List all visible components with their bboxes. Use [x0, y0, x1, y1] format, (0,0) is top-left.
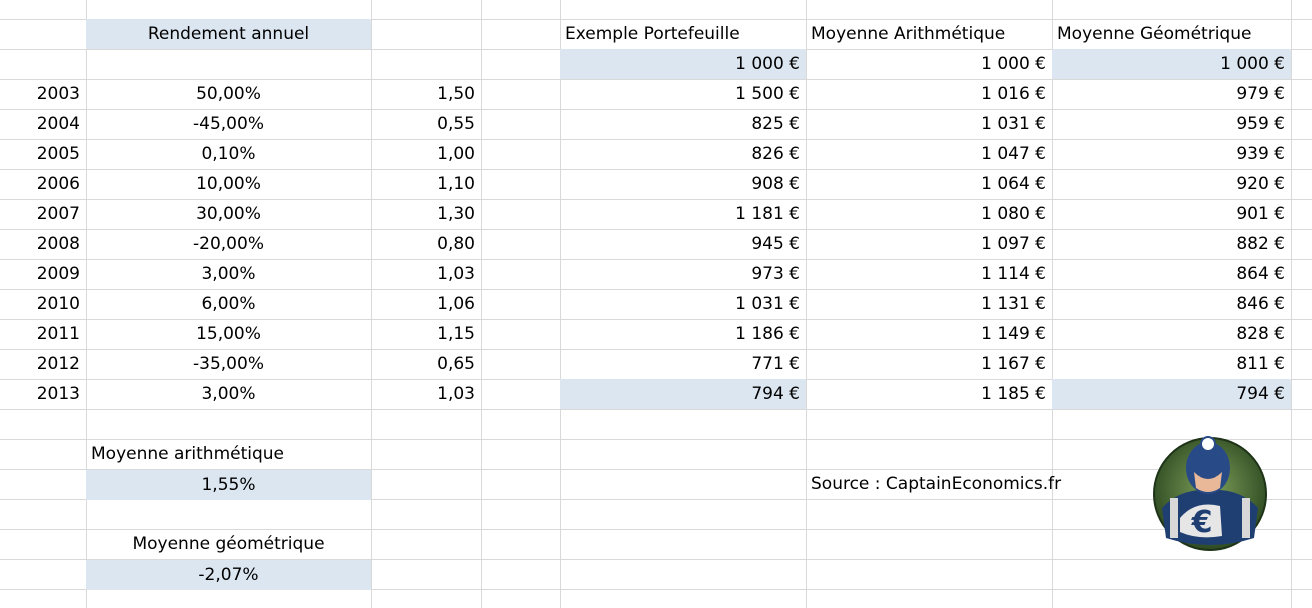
value-moyenne-geometrique[interactable]: -2,07%: [86, 560, 371, 590]
cell-factor[interactable]: 1,10: [371, 169, 481, 199]
cell-rendement[interactable]: 15,00%: [86, 319, 371, 349]
cell-factor[interactable]: 1,00: [371, 139, 481, 169]
cell-rendement[interactable]: 30,00%: [86, 199, 371, 229]
cell-geometrique[interactable]: 864 €: [1052, 259, 1291, 289]
cell-year[interactable]: 2012: [0, 349, 86, 379]
cell-geometrique[interactable]: 882 €: [1052, 229, 1291, 259]
cell-year[interactable]: 2007: [0, 199, 86, 229]
cell-geometrique[interactable]: 846 €: [1052, 289, 1291, 319]
cell-arithmetique[interactable]: 1 097 €: [806, 229, 1052, 259]
header-exemple-portefeuille[interactable]: Exemple Portefeuille: [560, 19, 806, 49]
cell-geometrique[interactable]: 794 €: [1052, 379, 1291, 409]
cell-arithmetique[interactable]: 1 080 €: [806, 199, 1052, 229]
cell-portefeuille[interactable]: 826 €: [560, 139, 806, 169]
label-moyenne-geometrique[interactable]: Moyenne géométrique: [86, 529, 371, 559]
cell-portefeuille[interactable]: 794 €: [560, 379, 806, 409]
initial-portefeuille[interactable]: 1 000 €: [560, 49, 806, 79]
cell-factor[interactable]: 1,15: [371, 319, 481, 349]
header-moyenne-geometrique[interactable]: Moyenne Géométrique: [1052, 19, 1291, 49]
cell-factor[interactable]: 1,06: [371, 289, 481, 319]
cell-rendement[interactable]: -45,00%: [86, 109, 371, 139]
label-moyenne-arithmetique[interactable]: Moyenne arithmétique: [86, 439, 371, 469]
cell-year[interactable]: 2011: [0, 319, 86, 349]
cell-factor[interactable]: 0,80: [371, 229, 481, 259]
euro-logo-letter: €: [1191, 505, 1213, 540]
grid-column-line: [1291, 0, 1292, 608]
initial-geometrique[interactable]: 1 000 €: [1052, 49, 1291, 79]
initial-arithmetique[interactable]: 1 000 €: [806, 49, 1052, 79]
cell-arithmetique[interactable]: 1 185 €: [806, 379, 1052, 409]
cell-portefeuille[interactable]: 1 186 €: [560, 319, 806, 349]
grid-column-line: [481, 0, 482, 608]
cell-factor[interactable]: 1,30: [371, 199, 481, 229]
cell-rendement[interactable]: 6,00%: [86, 289, 371, 319]
grid-row-line: [0, 409, 1312, 410]
cell-rendement[interactable]: 0,10%: [86, 139, 371, 169]
cell-arithmetique[interactable]: 1 149 €: [806, 319, 1052, 349]
cell-portefeuille[interactable]: 945 €: [560, 229, 806, 259]
captain-economics-logo-icon: €: [1150, 428, 1270, 552]
cell-rendement[interactable]: 3,00%: [86, 379, 371, 409]
cell-rendement[interactable]: -35,00%: [86, 349, 371, 379]
cell-factor[interactable]: 1,03: [371, 379, 481, 409]
cell-portefeuille[interactable]: 973 €: [560, 259, 806, 289]
value-moyenne-arithmetique[interactable]: 1,55%: [86, 470, 371, 500]
cell-arithmetique[interactable]: 1 131 €: [806, 289, 1052, 319]
cell-year[interactable]: 2003: [0, 79, 86, 109]
cell-portefeuille[interactable]: 1 031 €: [560, 289, 806, 319]
cell-portefeuille[interactable]: 1 500 €: [560, 79, 806, 109]
cell-geometrique[interactable]: 901 €: [1052, 199, 1291, 229]
cell-year[interactable]: 2008: [0, 229, 86, 259]
cell-geometrique[interactable]: 959 €: [1052, 109, 1291, 139]
cell-geometrique[interactable]: 828 €: [1052, 319, 1291, 349]
cell-factor[interactable]: 0,65: [371, 349, 481, 379]
spreadsheet: Rendement annuel Exemple Portefeuille Mo…: [0, 0, 1312, 608]
cell-arithmetique[interactable]: 1 047 €: [806, 139, 1052, 169]
cell-year[interactable]: 2005: [0, 139, 86, 169]
cell-portefeuille[interactable]: 908 €: [560, 169, 806, 199]
cell-year[interactable]: 2013: [0, 379, 86, 409]
cell-arithmetique[interactable]: 1 114 €: [806, 259, 1052, 289]
cell-arithmetique[interactable]: 1 016 €: [806, 79, 1052, 109]
cell-geometrique[interactable]: 811 €: [1052, 349, 1291, 379]
cell-portefeuille[interactable]: 771 €: [560, 349, 806, 379]
header-rendement-annuel[interactable]: Rendement annuel: [86, 19, 371, 49]
cell-geometrique[interactable]: 979 €: [1052, 79, 1291, 109]
header-moyenne-arithmetique[interactable]: Moyenne Arithmétique: [806, 19, 1052, 49]
cell-portefeuille[interactable]: 825 €: [560, 109, 806, 139]
cell-year[interactable]: 2010: [0, 289, 86, 319]
source-credit[interactable]: Source : CaptainEconomics.fr: [806, 469, 1106, 499]
cell-arithmetique[interactable]: 1 064 €: [806, 169, 1052, 199]
cell-factor[interactable]: 1,50: [371, 79, 481, 109]
cell-geometrique[interactable]: 920 €: [1052, 169, 1291, 199]
cell-rendement[interactable]: -20,00%: [86, 229, 371, 259]
cell-portefeuille[interactable]: 1 181 €: [560, 199, 806, 229]
cell-year[interactable]: 2009: [0, 259, 86, 289]
cell-rendement[interactable]: 3,00%: [86, 259, 371, 289]
cell-rendement[interactable]: 50,00%: [86, 79, 371, 109]
cell-rendement[interactable]: 10,00%: [86, 169, 371, 199]
cell-year[interactable]: 2004: [0, 109, 86, 139]
cell-arithmetique[interactable]: 1 167 €: [806, 349, 1052, 379]
cell-year[interactable]: 2006: [0, 169, 86, 199]
cell-arithmetique[interactable]: 1 031 €: [806, 109, 1052, 139]
cell-factor[interactable]: 0,55: [371, 109, 481, 139]
cell-factor[interactable]: 1,03: [371, 259, 481, 289]
cell-geometrique[interactable]: 939 €: [1052, 139, 1291, 169]
